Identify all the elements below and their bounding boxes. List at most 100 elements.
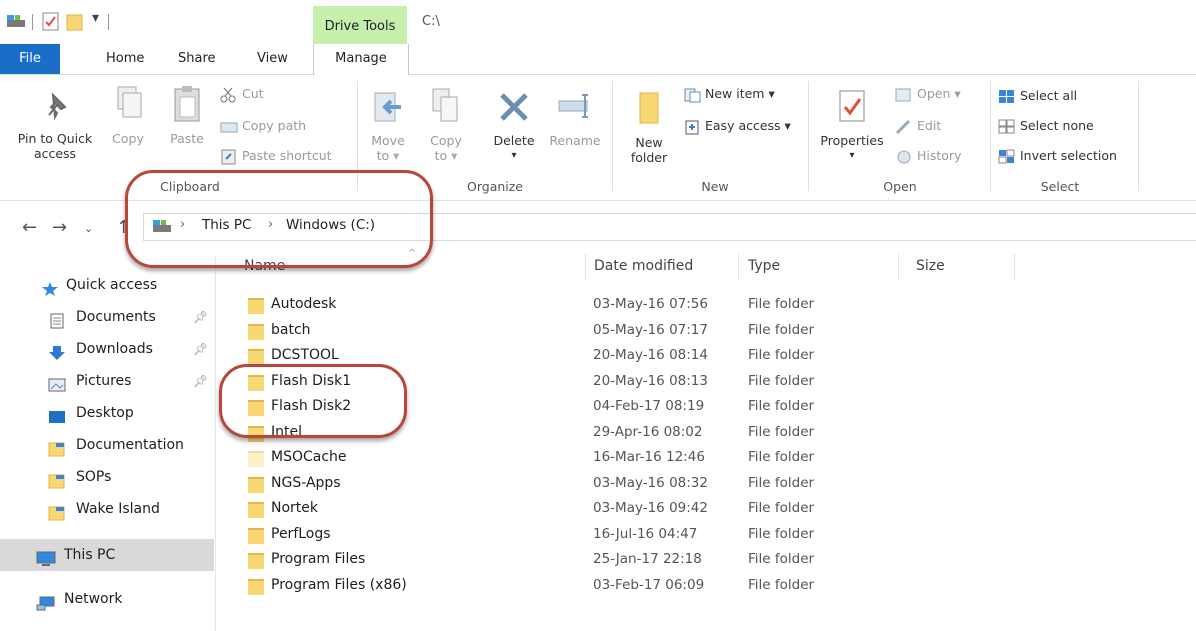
easy-access-button[interactable]: Easy access ▾ xyxy=(683,115,791,137)
file-row[interactable]: DCSTOOL 20-May-16 08:14 File folder xyxy=(238,345,1196,371)
folder-icon xyxy=(248,476,264,493)
column-header-name[interactable]: Name xyxy=(244,258,285,274)
invert-selection-button[interactable]: Invert selection xyxy=(998,145,1117,167)
properties-qat-icon[interactable] xyxy=(42,12,60,32)
address-bar[interactable]: › This PC › Windows (C:) xyxy=(143,213,1196,241)
file-row[interactable]: Nortek 03-May-16 09:42 File folder xyxy=(238,498,1196,524)
customize-qat-icon[interactable]: ▾ xyxy=(92,10,99,30)
file-row[interactable]: PerfLogs 16-Jul-16 04:47 File folder xyxy=(238,524,1196,550)
sidebar-item-pictures[interactable]: Pictures 📌︎ xyxy=(0,365,214,397)
edit-label: Edit xyxy=(917,118,942,133)
sidebar-item-desktop[interactable]: Desktop xyxy=(0,397,214,429)
folder-icon xyxy=(248,578,264,595)
sidebar-item-this-pc[interactable]: This PC xyxy=(0,539,214,571)
sidebar-item-quick-access[interactable]: Quick access xyxy=(0,269,214,301)
new-folder-button[interactable]: New folder xyxy=(620,89,678,165)
network-icon xyxy=(36,591,55,611)
tab-view[interactable]: View xyxy=(247,44,298,74)
file-row[interactable]: Flash Disk1 20-May-16 08:13 File folder xyxy=(238,371,1196,397)
folder-icon xyxy=(248,400,264,416)
copy-path-icon xyxy=(220,119,238,135)
new-item-label: New item xyxy=(705,86,765,101)
pin-label: Pin to Quick access xyxy=(17,131,93,161)
new-item-icon xyxy=(683,87,701,103)
copy-to-button[interactable]: Copy to ▾ xyxy=(426,87,466,163)
history-label: History xyxy=(917,148,962,163)
pin-icon: 📌︎ xyxy=(193,310,209,324)
copy-button[interactable]: Copy xyxy=(108,85,148,146)
cut-button[interactable]: Cut xyxy=(220,83,264,105)
easy-access-label: Easy access xyxy=(705,118,781,133)
move-to-button[interactable]: Move to ▾ xyxy=(368,87,408,163)
tab-manage[interactable]: Manage xyxy=(313,44,409,75)
folder-icon xyxy=(248,425,264,442)
scissors-icon xyxy=(220,87,238,103)
properties-icon xyxy=(837,87,867,127)
star-icon xyxy=(41,277,59,296)
column-header-date[interactable]: Date modified xyxy=(594,258,693,274)
file-row[interactable]: batch 05-May-16 07:17 File folder xyxy=(238,320,1196,346)
move-to-icon xyxy=(373,87,403,127)
file-row[interactable]: Autodesk 03-May-16 07:56 File folder xyxy=(238,294,1196,320)
select-none-button[interactable]: Select none xyxy=(998,115,1094,137)
easy-access-icon xyxy=(683,119,701,135)
paste-label: Paste xyxy=(170,131,204,146)
up-arrow-icon[interactable]: ↑ xyxy=(116,217,131,238)
column-header-type[interactable]: Type xyxy=(748,258,780,274)
copy-path-label: Copy path xyxy=(242,118,307,133)
paste-shortcut-button[interactable]: Paste shortcut xyxy=(220,145,332,167)
paste-button[interactable]: Paste xyxy=(164,85,210,146)
copy-to-icon xyxy=(431,87,461,127)
forward-arrow-icon[interactable]: → xyxy=(52,217,67,238)
file-row[interactable]: Flash Disk2 04-Feb-17 08:19 File folder xyxy=(238,396,1196,422)
rename-button[interactable]: Rename xyxy=(545,87,605,148)
tab-home[interactable]: Home xyxy=(96,44,154,74)
file-row[interactable]: Program Files (x86) 03-Feb-17 06:09 File… xyxy=(238,575,1196,601)
new-folder-qat-icon[interactable] xyxy=(66,12,86,32)
window-title: C:\ xyxy=(422,14,440,29)
paste-icon xyxy=(172,85,202,125)
sidebar-item-sops[interactable]: SOPs xyxy=(0,461,214,493)
file-row[interactable]: Intel 29-Apr-16 08:02 File folder xyxy=(238,422,1196,448)
back-arrow-icon[interactable]: ← xyxy=(22,217,37,238)
sidebar-item-documents[interactable]: Documents 📌︎ xyxy=(0,301,214,333)
edit-icon xyxy=(895,119,913,135)
select-all-button[interactable]: Select all xyxy=(998,85,1077,107)
drive-tools-context-label: Drive Tools xyxy=(313,6,407,44)
tab-share[interactable]: Share xyxy=(168,44,226,74)
open-button[interactable]: Open ▾ xyxy=(895,83,961,105)
delete-label: Delete xyxy=(493,133,535,148)
open-label: Open xyxy=(917,86,951,101)
sidebar-item-documentation[interactable]: Documentation xyxy=(0,429,214,461)
move-to-label: Move to xyxy=(371,133,405,163)
documents-icon xyxy=(48,309,66,329)
pictures-icon xyxy=(48,373,66,392)
properties-button[interactable]: Properties ▾ xyxy=(816,87,888,163)
edit-button[interactable]: Edit xyxy=(895,115,941,137)
new-item-button[interactable]: New item ▾ xyxy=(683,83,775,105)
chevron-right-icon: › xyxy=(180,217,186,232)
pin-icon: 📌︎ xyxy=(193,374,209,388)
paste-shortcut-icon xyxy=(220,149,238,165)
navigation-pane: Quick access Documents 📌︎ Downloads 📌︎ P… xyxy=(0,255,215,631)
breadcrumb-windows-c[interactable]: Windows (C:) xyxy=(286,217,375,233)
breadcrumb-this-pc[interactable]: This PC xyxy=(202,217,251,233)
folder-icon xyxy=(48,437,66,457)
history-button[interactable]: History xyxy=(895,145,961,167)
pin-to-quick-access-button[interactable]: Pin to Quick access xyxy=(8,85,102,161)
copy-path-button[interactable]: Copy path xyxy=(220,115,306,137)
sidebar-item-wake-island[interactable]: Wake Island xyxy=(0,493,214,525)
open-icon xyxy=(895,87,913,103)
delete-button[interactable]: Delete ▾ xyxy=(488,87,540,163)
drive-icon xyxy=(152,218,174,238)
column-header-size[interactable]: Size xyxy=(916,258,945,274)
ribbon-tabs: File Home Share View Manage xyxy=(0,44,1196,75)
file-row[interactable]: Program Files 25-Jan-17 22:18 File folde… xyxy=(238,549,1196,575)
file-row[interactable]: NGS-Apps 03-May-16 08:32 File folder xyxy=(238,473,1196,499)
recent-locations-chevron-icon[interactable]: ⌄ xyxy=(84,222,93,235)
folder-icon xyxy=(48,501,66,521)
sidebar-item-network[interactable]: Network xyxy=(0,583,214,615)
file-row[interactable]: MSOCache 16-Mar-16 12:46 File folder xyxy=(238,447,1196,473)
sidebar-item-downloads[interactable]: Downloads 📌︎ xyxy=(0,333,214,365)
tab-file[interactable]: File xyxy=(0,44,60,74)
